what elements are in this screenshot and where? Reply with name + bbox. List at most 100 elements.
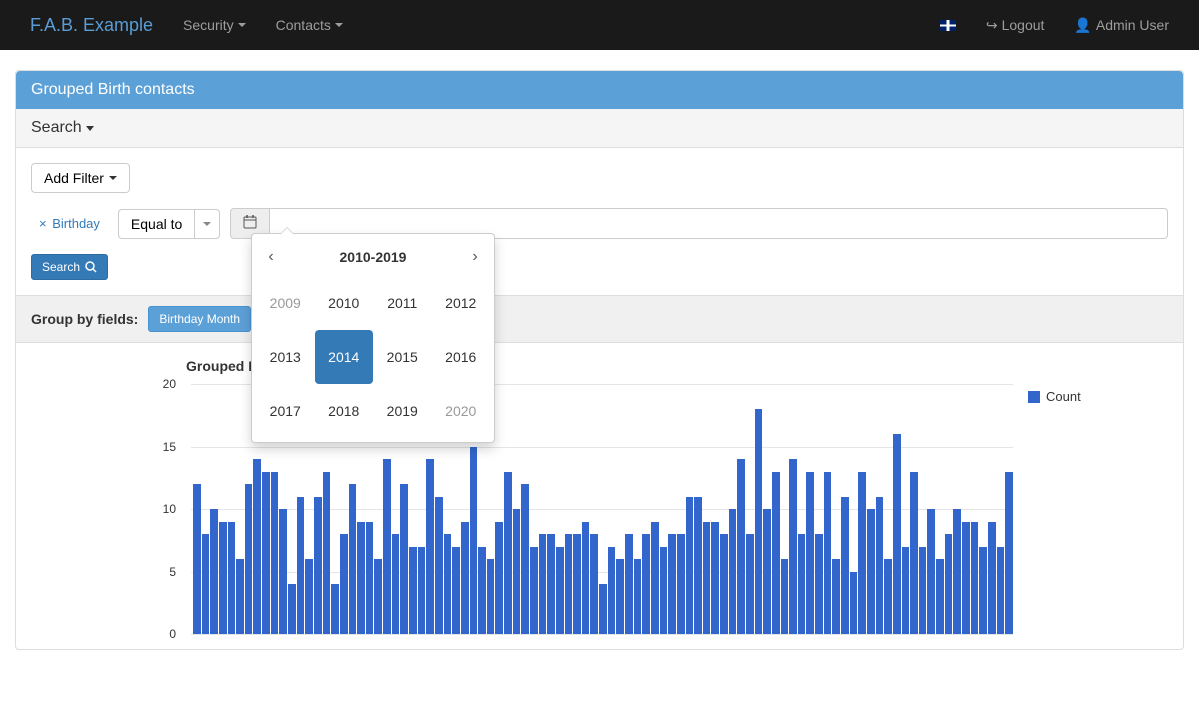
bar[interactable] [677,534,685,634]
bar[interactable] [824,472,832,635]
bar[interactable] [374,559,382,634]
filter-field-tag[interactable]: × Birthday [31,216,108,231]
logout-link[interactable]: ↪ Logout [971,2,1060,49]
bar[interactable] [971,522,979,635]
bar[interactable] [634,559,642,634]
bar[interactable] [737,459,745,634]
bar[interactable] [910,472,918,635]
operator-dropdown-toggle[interactable] [194,209,220,239]
bar[interactable] [435,497,443,635]
bar[interactable] [461,522,469,635]
bar[interactable] [867,509,875,634]
bar[interactable] [392,534,400,634]
bar[interactable] [193,484,201,634]
bar[interactable] [608,547,616,635]
bar[interactable] [720,534,728,634]
datepicker-year-2013[interactable]: 2013 [256,330,315,384]
bar[interactable] [305,559,313,634]
bar[interactable] [573,534,581,634]
bar[interactable] [349,484,357,634]
bar[interactable] [219,522,227,635]
bar[interactable] [504,472,512,635]
bar[interactable] [798,534,806,634]
datepicker-year-2010[interactable]: 2010 [315,276,374,330]
bar[interactable] [340,534,348,634]
bar[interactable] [279,509,287,634]
language-switch[interactable] [925,5,971,46]
bar[interactable] [271,472,279,635]
bar[interactable] [383,459,391,634]
bar[interactable] [668,534,676,634]
bar[interactable] [979,547,987,635]
bar[interactable] [202,534,210,634]
datepicker-title[interactable]: 2010-2019 [286,249,460,265]
brand-link[interactable]: F.A.B. Example [15,0,168,51]
bar[interactable] [660,547,668,635]
bar[interactable] [599,584,607,634]
datepicker-year-2020[interactable]: 2020 [432,384,491,438]
bar[interactable] [547,534,555,634]
bar[interactable] [781,559,789,634]
bar[interactable] [556,547,564,635]
bar[interactable] [452,547,460,635]
bar[interactable] [789,459,797,634]
bar[interactable] [236,559,244,634]
datepicker-year-2012[interactable]: 2012 [432,276,491,330]
bar[interactable] [962,522,970,635]
bar[interactable] [919,547,927,635]
bar[interactable] [513,509,521,634]
bar[interactable] [832,559,840,634]
bar[interactable] [876,497,884,635]
bar[interactable] [711,522,719,635]
bar[interactable] [262,472,270,635]
nav-contacts[interactable]: Contacts [261,2,358,48]
bar[interactable] [590,534,598,634]
bar[interactable] [927,509,935,634]
bar[interactable] [539,534,547,634]
bar[interactable] [815,534,823,634]
bar[interactable] [651,522,659,635]
bar[interactable] [945,534,953,634]
bar[interactable] [582,522,590,635]
datepicker-year-2011[interactable]: 2011 [373,276,432,330]
datepicker-prev[interactable]: ‹ [256,248,286,266]
bar[interactable] [245,484,253,634]
bar[interactable] [530,547,538,635]
bar[interactable] [470,447,478,635]
bar[interactable] [953,509,961,634]
search-button[interactable]: Search [31,254,108,280]
bar[interactable] [444,534,452,634]
bar[interactable] [703,522,711,635]
bar[interactable] [729,509,737,634]
bar[interactable] [418,547,426,635]
bar[interactable] [841,497,849,635]
datepicker-year-2017[interactable]: 2017 [256,384,315,438]
operator-select[interactable]: Equal to [118,209,220,239]
bar[interactable] [288,584,296,634]
bar[interactable] [694,497,702,635]
datepicker-next[interactable]: › [460,248,490,266]
operator-value[interactable]: Equal to [118,209,194,239]
bar[interactable] [210,509,218,634]
bar[interactable] [850,572,858,635]
datepicker-year-2015[interactable]: 2015 [373,330,432,384]
bar[interactable] [409,547,417,635]
group-btn-birthday-month[interactable]: Birthday Month [148,306,251,332]
datepicker-year-2018[interactable]: 2018 [315,384,374,438]
bar[interactable] [686,497,694,635]
bar[interactable] [495,522,503,635]
bar[interactable] [228,522,236,635]
bar[interactable] [902,547,910,635]
bar[interactable] [565,534,573,634]
bar[interactable] [642,534,650,634]
bar[interactable] [366,522,374,635]
bar[interactable] [314,497,322,635]
add-filter-button[interactable]: Add Filter [31,163,130,193]
nav-security[interactable]: Security [168,2,261,48]
user-menu[interactable]: 👤 Admin User [1059,2,1184,49]
bar[interactable] [253,459,261,634]
bar[interactable] [763,509,771,634]
bar[interactable] [323,472,331,635]
datepicker-year-2016[interactable]: 2016 [432,330,491,384]
bar[interactable] [893,434,901,634]
